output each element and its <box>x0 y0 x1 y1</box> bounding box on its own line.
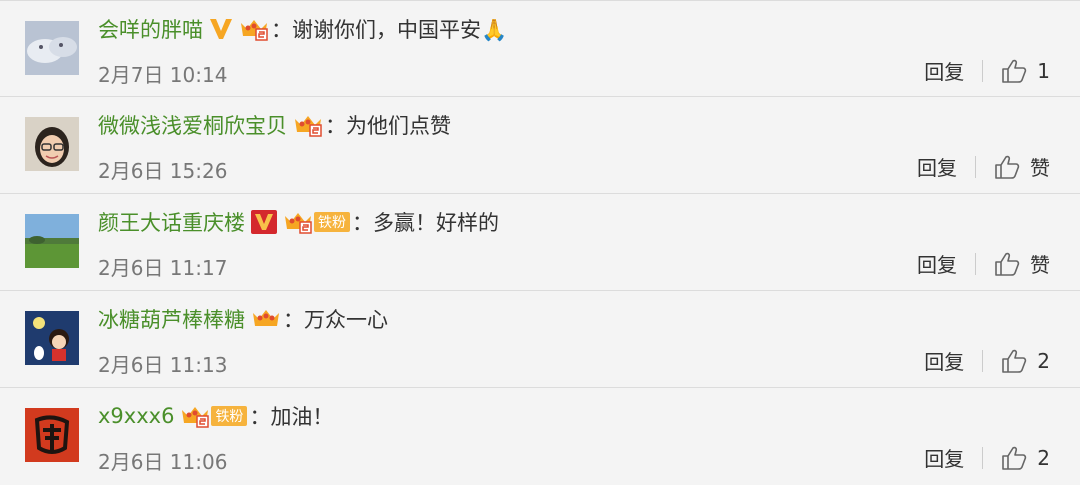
comment-actions: 回复 2 <box>924 346 1050 375</box>
comment-text: 为他们点赞 <box>346 114 451 138</box>
crown-member-icon[interactable] <box>283 210 313 234</box>
comment-text: 加油！ <box>270 405 334 429</box>
like-button[interactable]: 赞 <box>994 152 1050 181</box>
avatar[interactable] <box>25 21 79 75</box>
like-count: 2 <box>1037 445 1050 470</box>
fan-badge: 铁粉 <box>211 406 248 426</box>
divider <box>982 59 984 82</box>
reply-button[interactable]: 回复 <box>917 152 957 181</box>
verified-v-icon[interactable] <box>251 210 277 234</box>
thumbs-up-icon <box>1002 446 1027 470</box>
reply-button[interactable]: 回复 <box>924 443 964 472</box>
timestamp: 2月6日 11:13 <box>98 353 228 377</box>
comment-actions: 回复 1 <box>924 56 1050 85</box>
crown-member-icon[interactable] <box>239 17 269 41</box>
comment-item: 微微浅浅爱桐欣宝贝 ： 为他们点赞 2月6日 15:26 回复 赞 <box>0 97 1080 194</box>
comment-list: 会咩的胖喵 ： 谢谢你们，中国平安🙏 2月7日 10:14 回复 1 微微浅浅爱 <box>0 0 1080 485</box>
like-count: 2 <box>1037 348 1050 373</box>
comment-header: 冰糖葫芦棒棒糖 ： 万众一心 <box>98 301 388 337</box>
fan-badge: 铁粉 <box>314 212 350 232</box>
like-button[interactable]: 2 <box>1001 349 1050 373</box>
comment-item: x9xxx6 铁粉 ： 加油！ 2月6日 11:06 回复 2 <box>0 388 1080 485</box>
timestamp: 2月6日 15:26 <box>98 159 228 183</box>
timestamp: 2月6日 11:17 <box>98 256 228 280</box>
divider <box>982 349 984 372</box>
crown-member-icon[interactable] <box>293 113 323 137</box>
like-count: 赞 <box>1030 253 1050 277</box>
thumbs-up-icon <box>1002 349 1027 373</box>
comment-item: 颜王大话重庆楼 铁粉 ： 多赢！好样的 2月6日 11:17 回复 赞 <box>0 194 1080 291</box>
comment-actions: 回复 赞 <box>917 152 1050 181</box>
username[interactable]: 微微浅浅爱桐欣宝贝 <box>98 110 287 140</box>
username[interactable]: 冰糖葫芦棒棒糖 <box>98 304 245 334</box>
comment-header: 微微浅浅爱桐欣宝贝 ： 为他们点赞 <box>98 107 451 143</box>
comment-text: 万众一心 <box>304 308 388 332</box>
comment-header: x9xxx6 铁粉 ： 加油！ <box>98 398 333 434</box>
comment-actions: 回复 2 <box>924 443 1050 472</box>
reply-button[interactable]: 回复 <box>917 249 957 278</box>
comment-text: 多赢！好样的 <box>373 211 499 235</box>
separator: ： <box>352 211 373 235</box>
separator: ： <box>271 18 292 42</box>
like-count: 1 <box>1037 58 1050 83</box>
username[interactable]: 会咩的胖喵 <box>98 14 203 44</box>
avatar[interactable] <box>25 408 79 462</box>
crown-member-icon[interactable] <box>180 404 210 428</box>
comment-item: 冰糖葫芦棒棒糖 ： 万众一心 2月6日 11:13 回复 2 <box>0 291 1080 388</box>
like-button[interactable]: 1 <box>1001 59 1050 83</box>
crown-member-icon[interactable] <box>251 307 281 331</box>
avatar[interactable] <box>25 311 79 365</box>
separator: ： <box>283 308 304 332</box>
like-button[interactable]: 2 <box>1001 446 1050 470</box>
avatar[interactable] <box>25 214 79 268</box>
separator: ： <box>249 405 271 429</box>
username[interactable]: x9xxx6 <box>98 404 174 428</box>
like-count: 赞 <box>1030 156 1050 180</box>
reply-button[interactable]: 回复 <box>924 56 964 85</box>
timestamp: 2月7日 10:14 <box>98 63 228 87</box>
comment-header: 会咩的胖喵 ： 谢谢你们，中国平安🙏 <box>98 11 507 47</box>
divider <box>975 252 976 275</box>
separator: ： <box>325 114 346 138</box>
divider <box>975 155 976 178</box>
comment-actions: 回复 赞 <box>917 249 1050 278</box>
timestamp: 2月6日 11:06 <box>98 450 228 474</box>
thumbs-up-icon <box>995 252 1020 276</box>
thumbs-up-icon <box>1002 59 1027 83</box>
comment-header: 颜王大话重庆楼 铁粉 ： 多赢！好样的 <box>98 204 499 240</box>
reply-button[interactable]: 回复 <box>924 346 964 375</box>
like-button[interactable]: 赞 <box>994 249 1050 278</box>
comment-text: 谢谢你们，中国平安🙏 <box>292 18 508 42</box>
avatar[interactable] <box>25 117 79 171</box>
verified-v-icon[interactable] <box>209 18 233 40</box>
divider <box>982 446 984 469</box>
comment-item: 会咩的胖喵 ： 谢谢你们，中国平安🙏 2月7日 10:14 回复 1 <box>0 0 1080 97</box>
username[interactable]: 颜王大话重庆楼 <box>98 207 245 237</box>
thumbs-up-icon <box>995 155 1020 179</box>
